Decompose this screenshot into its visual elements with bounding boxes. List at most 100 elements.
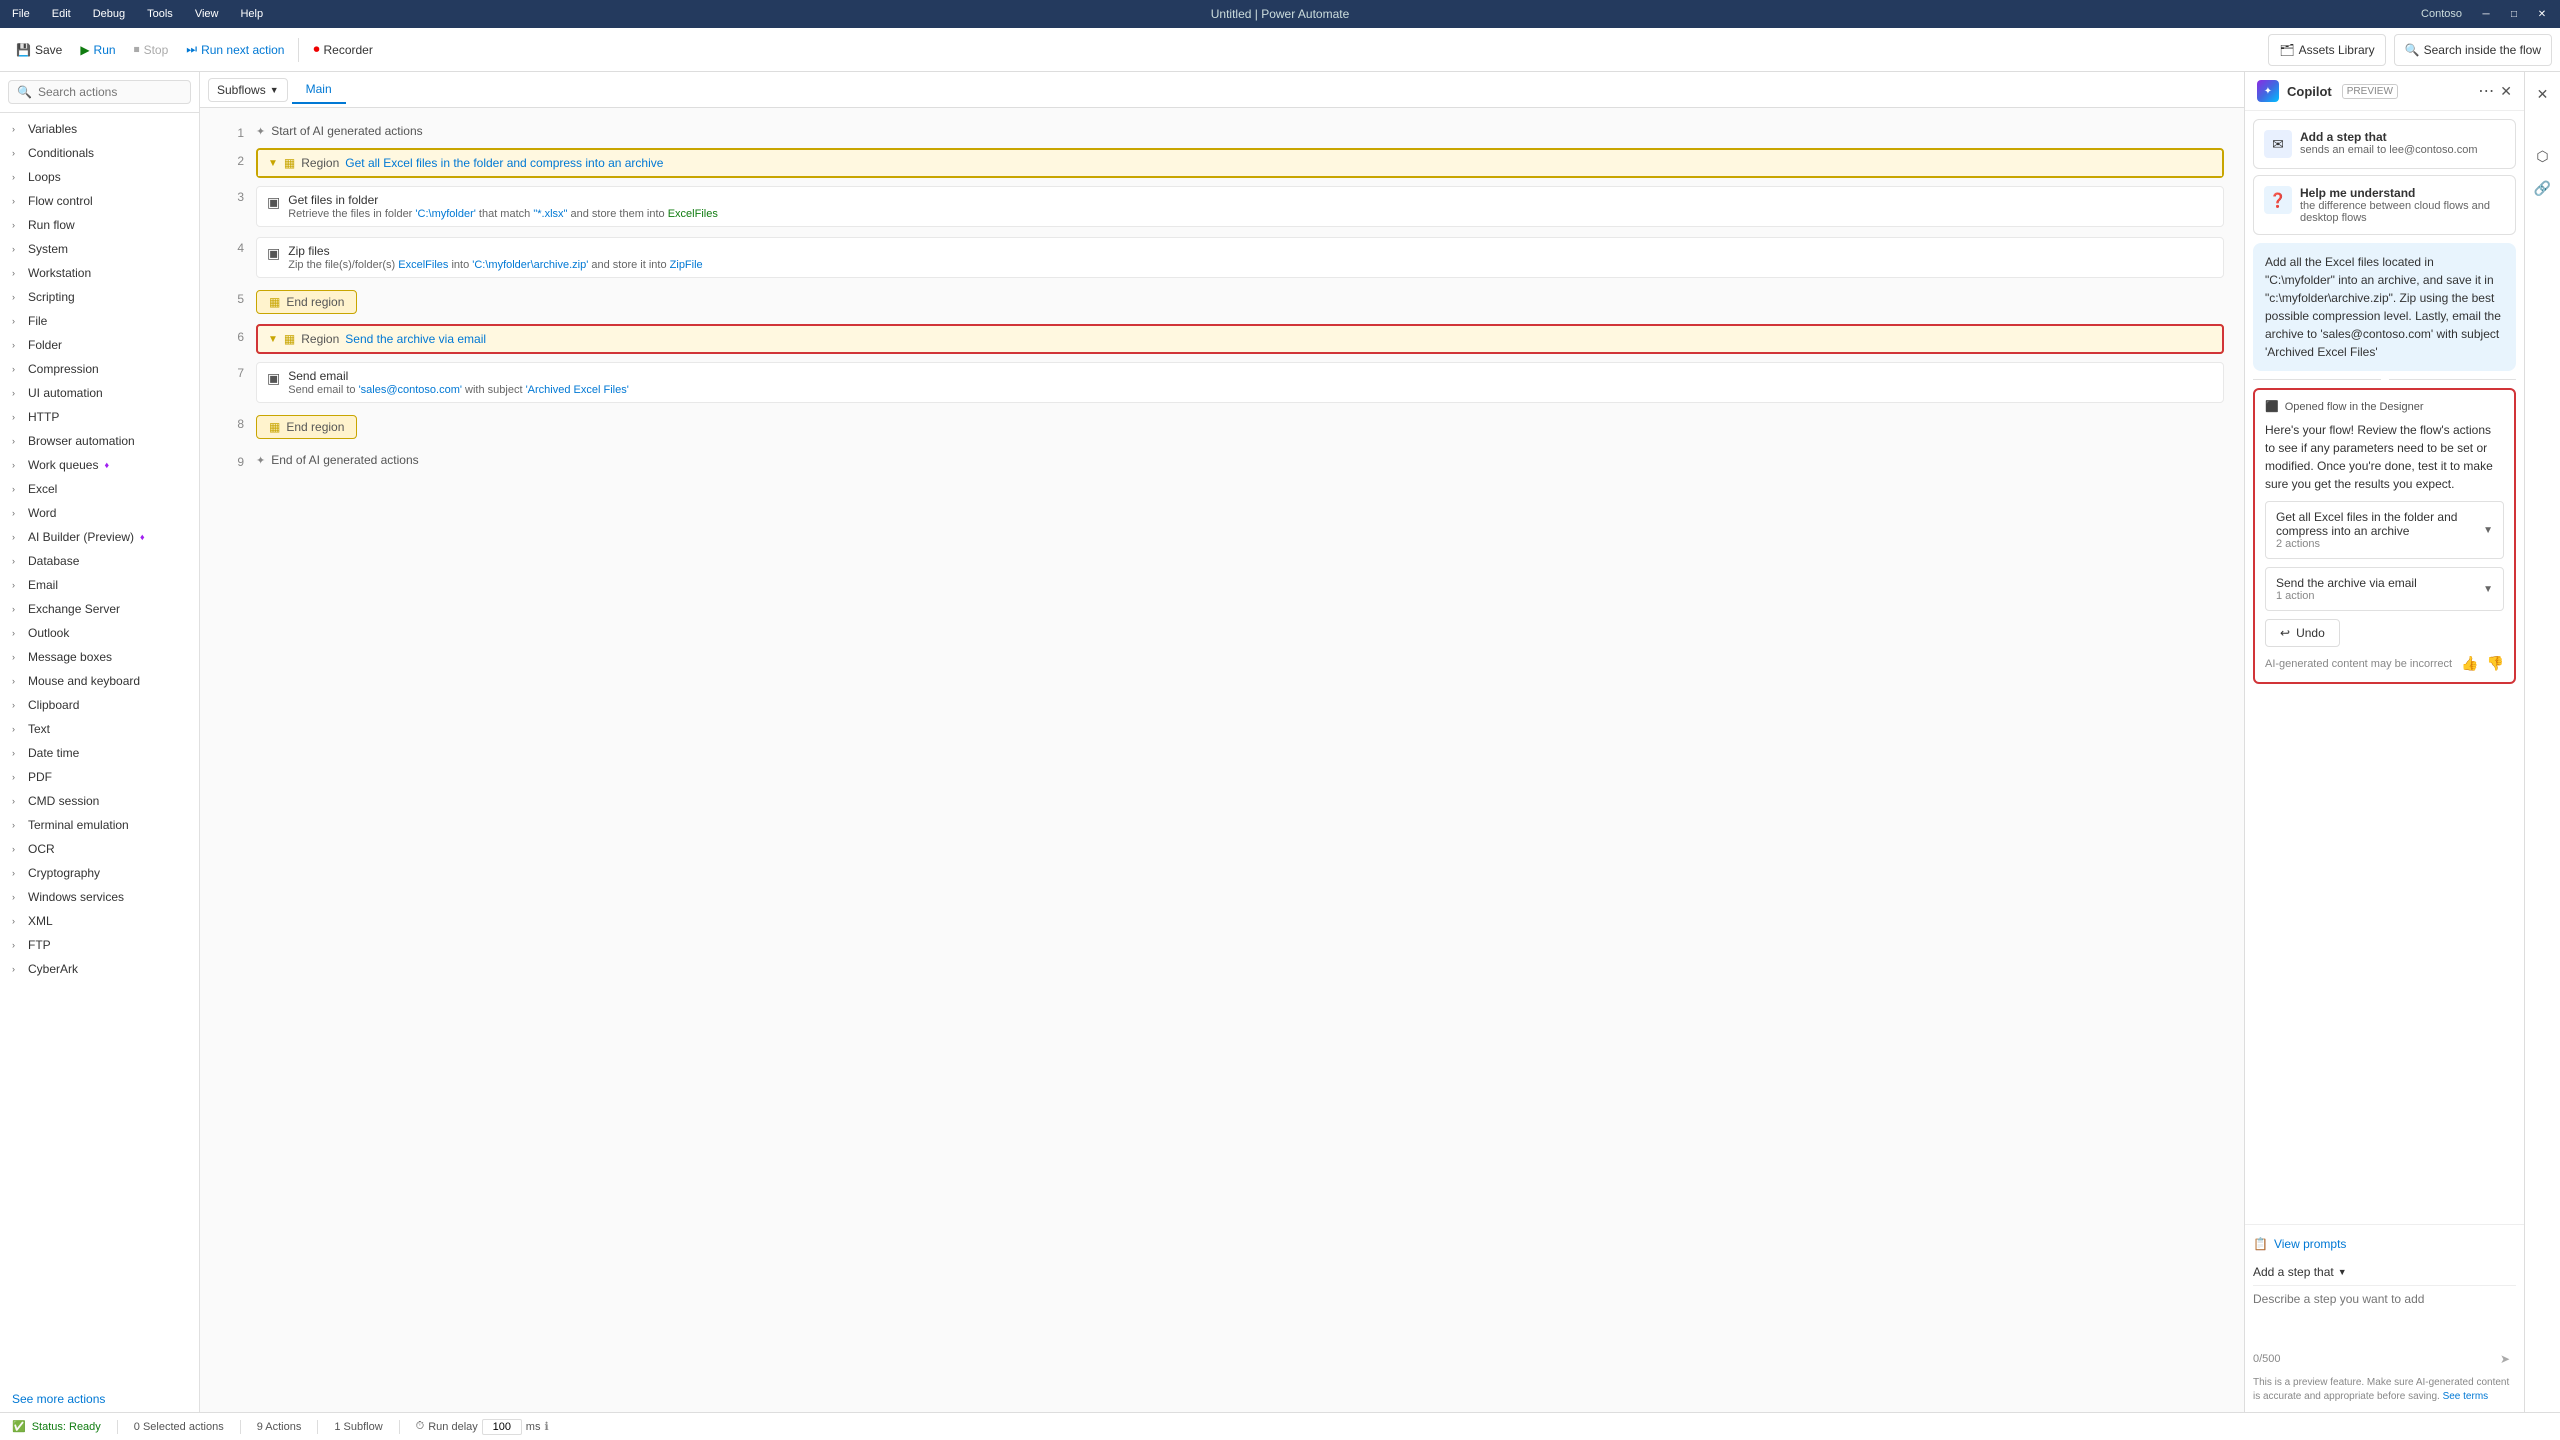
subflows-button[interactable]: Subflows ▼ <box>208 78 288 102</box>
send-button[interactable]: ➤ <box>2494 1348 2516 1370</box>
sidebar-item-workstation[interactable]: › Workstation <box>0 261 199 285</box>
action-row[interactable]: ▣ Zip files Zip the file(s)/folder(s) Ex… <box>256 237 2224 278</box>
sidebar-item-ai-builder-(preview)[interactable]: › AI Builder (Preview) ♦ <box>0 525 199 549</box>
delay-unit: ms <box>526 1421 541 1433</box>
premium-icon: ♦ <box>104 460 109 470</box>
add-step-button[interactable]: Add a step that ▼ <box>2253 1261 2516 1286</box>
sidebar-item-compression[interactable]: › Compression <box>0 357 199 381</box>
highlight-text: 'sales@contoso.com' <box>359 384 462 396</box>
sidebar-item-conditionals[interactable]: › Conditionals <box>0 141 199 165</box>
sidebar-item-outlook[interactable]: › Outlook <box>0 621 199 645</box>
chevron-right-icon: › <box>12 676 22 686</box>
undo-button[interactable]: ↩ Undo <box>2265 619 2340 647</box>
toolbar-right: 🗂 Assets Library 🔍 Search inside the flo… <box>2268 34 2552 66</box>
undo-icon: ↩ <box>2280 626 2290 640</box>
menu-debug[interactable]: Debug <box>89 6 129 22</box>
sidebar-item-cryptography[interactable]: › Cryptography <box>0 861 199 885</box>
sidebar-item-ftp[interactable]: › FTP <box>0 933 199 957</box>
recorder-button[interactable]: ⏺ Recorder <box>305 34 380 66</box>
search-flow-button[interactable]: 🔍 Search inside the flow <box>2394 34 2552 66</box>
suggestion-help[interactable]: ❓ Help me understand the difference betw… <box>2253 175 2516 235</box>
main-tab[interactable]: Main <box>292 76 346 104</box>
right-icon-3[interactable]: 🔗 <box>2529 174 2557 202</box>
sidebar-item-clipboard[interactable]: › Clipboard <box>0 693 199 717</box>
see-terms-link[interactable]: See terms <box>2443 1391 2489 1402</box>
sidebar-item-mouse-and-keyboard[interactable]: › Mouse and keyboard <box>0 669 199 693</box>
sidebar-item-pdf[interactable]: › PDF <box>0 765 199 789</box>
region-icon: ▦ <box>284 332 295 346</box>
add-step-chevron-icon: ▼ <box>2338 1267 2347 1277</box>
menu-file[interactable]: File <box>8 6 34 22</box>
sidebar-item-terminal-emulation[interactable]: › Terminal emulation <box>0 813 199 837</box>
sidebar-item-ocr[interactable]: › OCR <box>0 837 199 861</box>
end-region-button[interactable]: ▦End region <box>256 415 357 439</box>
maximize-button[interactable]: □ <box>2504 4 2524 24</box>
sidebar-item-windows-services[interactable]: › Windows services <box>0 885 199 909</box>
menu-help[interactable]: Help <box>236 6 267 22</box>
sidebar-item-label: Workstation <box>28 266 91 280</box>
flow-group-1-header[interactable]: Get all Excel files in the folder and co… <box>2266 502 2503 558</box>
region-header[interactable]: ▼ ▦ Region Send the archive via email <box>256 324 2224 354</box>
sidebar-item-run-flow[interactable]: › Run flow <box>0 213 199 237</box>
region-header[interactable]: ▼ ▦ Region Get all Excel files in the fo… <box>258 150 2222 176</box>
run-button[interactable]: ▶ Run <box>72 34 123 66</box>
flow-group-2-header[interactable]: Send the archive via email 1 action ▼ <box>2266 568 2503 610</box>
sidebar-item-browser-automation[interactable]: › Browser automation <box>0 429 199 453</box>
delay-input[interactable] <box>482 1419 522 1435</box>
sidebar-item-http[interactable]: › HTTP <box>0 405 199 429</box>
step-description-input[interactable] <box>2253 1292 2516 1342</box>
action-row[interactable]: ▣ Get files in folder Retrieve the files… <box>256 186 2224 227</box>
end-region-button[interactable]: ▦End region <box>256 290 357 314</box>
sidebar-item-date-time[interactable]: › Date time <box>0 741 199 765</box>
menu-view[interactable]: View <box>191 6 223 22</box>
view-prompts-button[interactable]: 📋 View prompts <box>2253 1233 2516 1255</box>
right-icon-2[interactable]: ⬡ <box>2529 142 2557 170</box>
minimize-button[interactable]: ─ <box>2476 4 2496 24</box>
thumbs-down-icon[interactable]: 👎 <box>2487 655 2504 672</box>
run-next-icon: ⏭ <box>186 42 197 57</box>
assets-library-button[interactable]: 🗂 Assets Library <box>2268 34 2385 66</box>
sidebar-item-flow-control[interactable]: › Flow control <box>0 189 199 213</box>
sidebar-item-text[interactable]: › Text <box>0 717 199 741</box>
sidebar-item-cyberark[interactable]: › CyberArk <box>0 957 199 981</box>
run-next-button[interactable]: ⏭ Run next action <box>178 34 292 66</box>
close-button[interactable]: ✕ <box>2532 4 2552 24</box>
sidebar-item-label: Terminal emulation <box>28 818 129 832</box>
search-input[interactable] <box>38 85 182 99</box>
chevron-right-icon: › <box>12 436 22 446</box>
suggestion-add-step[interactable]: ✉ Add a step that sends an email to lee@… <box>2253 119 2516 169</box>
highlight-text: ExcelFiles <box>398 259 448 271</box>
ai-star-icon: ✦ <box>256 454 265 467</box>
menu-tools[interactable]: Tools <box>143 6 177 22</box>
action-desc: Retrieve the files in folder 'C:\myfolde… <box>288 208 2213 220</box>
sidebar-item-file[interactable]: › File <box>0 309 199 333</box>
action-row[interactable]: ▣ Send email Send email to 'sales@contos… <box>256 362 2224 403</box>
sidebar-item-label: Scripting <box>28 290 75 304</box>
copilot-close-icon[interactable]: ✕ <box>2500 83 2512 100</box>
sidebar-item-scripting[interactable]: › Scripting <box>0 285 199 309</box>
sidebar-item-xml[interactable]: › XML <box>0 909 199 933</box>
sidebar-item-label: Message boxes <box>28 650 112 664</box>
sidebar-item-folder[interactable]: › Folder <box>0 333 199 357</box>
flow-group-1-content: Get all Excel files in the folder and co… <box>2276 510 2483 550</box>
see-more-button[interactable]: See more actions <box>0 1386 199 1412</box>
sidebar-item-system[interactable]: › System <box>0 237 199 261</box>
save-button[interactable]: 💾 Save <box>8 34 70 66</box>
search-flow-icon: 🔍 <box>2405 43 2420 57</box>
stop-button[interactable]: ⏹ Stop <box>126 34 177 66</box>
menu-edit[interactable]: Edit <box>48 6 75 22</box>
sidebar-item-variables[interactable]: › Variables <box>0 117 199 141</box>
sidebar-item-word[interactable]: › Word <box>0 501 199 525</box>
sidebar-item-work-queues[interactable]: › Work queues ♦ <box>0 453 199 477</box>
sidebar-item-database[interactable]: › Database <box>0 549 199 573</box>
sidebar-item-cmd-session[interactable]: › CMD session <box>0 789 199 813</box>
sidebar-item-excel[interactable]: › Excel <box>0 477 199 501</box>
copilot-more-icon[interactable]: ⋯ <box>2478 81 2494 101</box>
right-icon-1[interactable]: ✕ <box>2529 80 2557 108</box>
sidebar-item-email[interactable]: › Email <box>0 573 199 597</box>
sidebar-item-ui-automation[interactable]: › UI automation <box>0 381 199 405</box>
sidebar-item-loops[interactable]: › Loops <box>0 165 199 189</box>
thumbs-up-icon[interactable]: 👍 <box>2461 655 2478 672</box>
sidebar-item-message-boxes[interactable]: › Message boxes <box>0 645 199 669</box>
sidebar-item-exchange-server[interactable]: › Exchange Server <box>0 597 199 621</box>
